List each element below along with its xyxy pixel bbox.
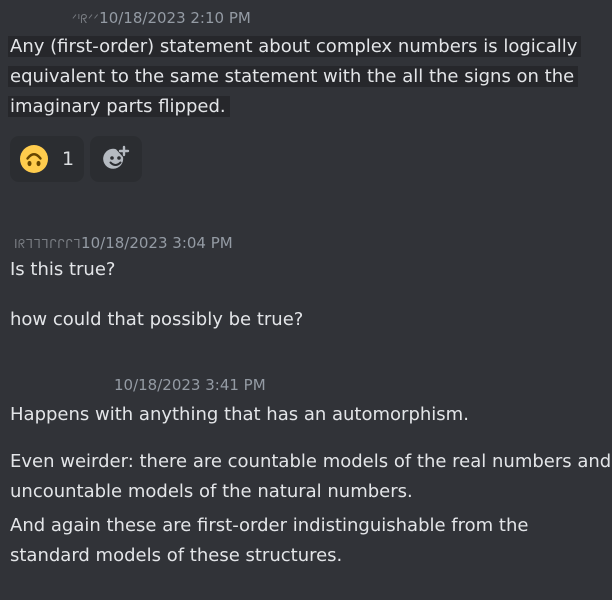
message-text: how could that possibly be true? [10, 309, 304, 330]
message-text: imaginary parts flipped. [8, 96, 230, 117]
message-line: uncountable models of the natural number… [10, 477, 413, 507]
message-timestamp: 10/18/2023 3:04 PM [81, 234, 233, 252]
add-emoji-icon [103, 145, 130, 169]
message-header: ᐟᑊᖇᐟᐟ10/18/2023 2:10 PM [72, 7, 251, 29]
message-timestamp: 10/18/2023 3:41 PM [114, 376, 266, 394]
message-header: 10/18/2023 3:41 PM [114, 374, 266, 396]
reaction-upside-down-face[interactable]: 1 [10, 136, 84, 182]
message-timestamp: 10/18/2023 2:10 PM [99, 9, 251, 27]
message-text: standard models of these structures. [10, 545, 343, 566]
message-text: equivalent to the same statement with th… [8, 66, 579, 87]
message-line: imaginary parts flipped. [8, 92, 230, 122]
message-line: Is this true? [10, 255, 115, 285]
message-line: equivalent to the same statement with th… [8, 62, 579, 92]
message-line: standard models of these structures. [10, 541, 342, 571]
message-text: uncountable models of the natural number… [10, 481, 413, 502]
message-line: Even weirder: there are countable models… [10, 447, 611, 477]
message-text: Happens with anything that has an automo… [10, 404, 469, 425]
message-header: Iᖇᒣᒣᒣᒋᒋᒋᒣ10/18/2023 3:04 PM [14, 232, 233, 254]
author-name[interactable]: ᐟᑊᖇᐟᐟ [72, 8, 99, 30]
add-reaction-button[interactable] [90, 136, 142, 182]
message-text: Even weirder: there are countable models… [10, 451, 612, 472]
author-name[interactable]: Iᖇᒣᒣᒣᒋᒋᒋᒣ [14, 233, 81, 255]
reaction-count: 1 [62, 148, 75, 170]
message-line: Any (first-order) statement about comple… [8, 32, 582, 62]
message-line: Happens with anything that has an automo… [10, 400, 469, 430]
message-text: Any (first-order) statement about comple… [8, 36, 582, 57]
message-line: how could that possibly be true? [10, 305, 303, 335]
message-text: Is this true? [10, 259, 116, 280]
message-text: And again these are first-order indistin… [10, 515, 529, 536]
message-line: And again these are first-order indistin… [10, 511, 528, 541]
upside-down-face-icon [20, 145, 48, 173]
